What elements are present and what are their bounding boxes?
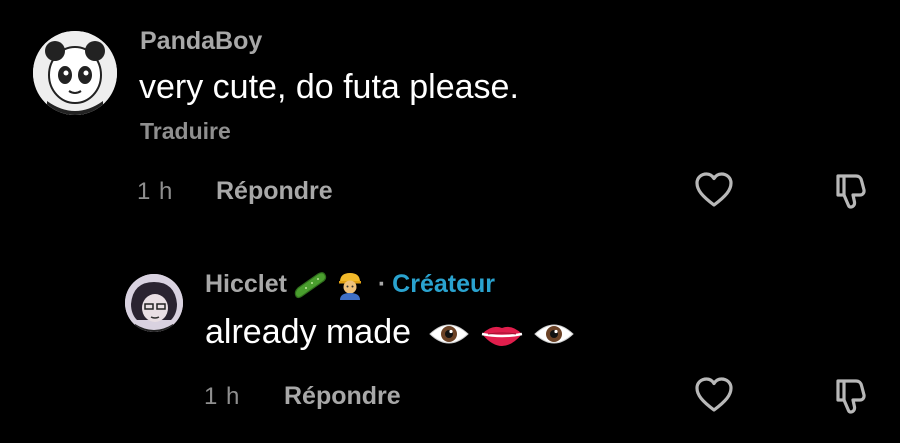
reply-button[interactable]: Répondre: [216, 177, 333, 206]
hicclet-avatar-illustration: [125, 274, 183, 332]
avatar-pandaboy[interactable]: [33, 31, 117, 115]
comment-text-body: already made: [205, 313, 412, 351]
comment-timestamp: 1 h: [137, 178, 174, 205]
creator-badge: Créateur: [392, 270, 495, 298]
lips-emoji: [481, 326, 523, 347]
comment-text: very cute, do futa please.: [139, 68, 519, 106]
construction-worker-emoji: [338, 273, 361, 301]
avatar-hicclet[interactable]: [125, 274, 183, 332]
eye-emoji: [534, 324, 575, 344]
cucumber-emoji: [294, 272, 327, 299]
separator-dot: ·: [377, 270, 387, 298]
comment-timestamp: 1 h: [204, 383, 241, 410]
panda-avatar-illustration: [33, 31, 117, 115]
translate-link[interactable]: Traduire: [140, 118, 231, 145]
comment-username[interactable]: PandaBoy: [140, 27, 262, 56]
heart-icon[interactable]: [694, 171, 734, 209]
comment-text: already made: [205, 313, 575, 352]
comment-username: Hicclet · Créateur: [205, 270, 495, 301]
reply-button[interactable]: Répondre: [284, 382, 401, 411]
username-link[interactable]: Hicclet: [205, 270, 287, 298]
dislike-icon[interactable]: [832, 170, 870, 210]
eye-emoji: [429, 324, 470, 344]
dislike-icon[interactable]: [832, 375, 870, 415]
heart-icon[interactable]: [694, 376, 734, 414]
